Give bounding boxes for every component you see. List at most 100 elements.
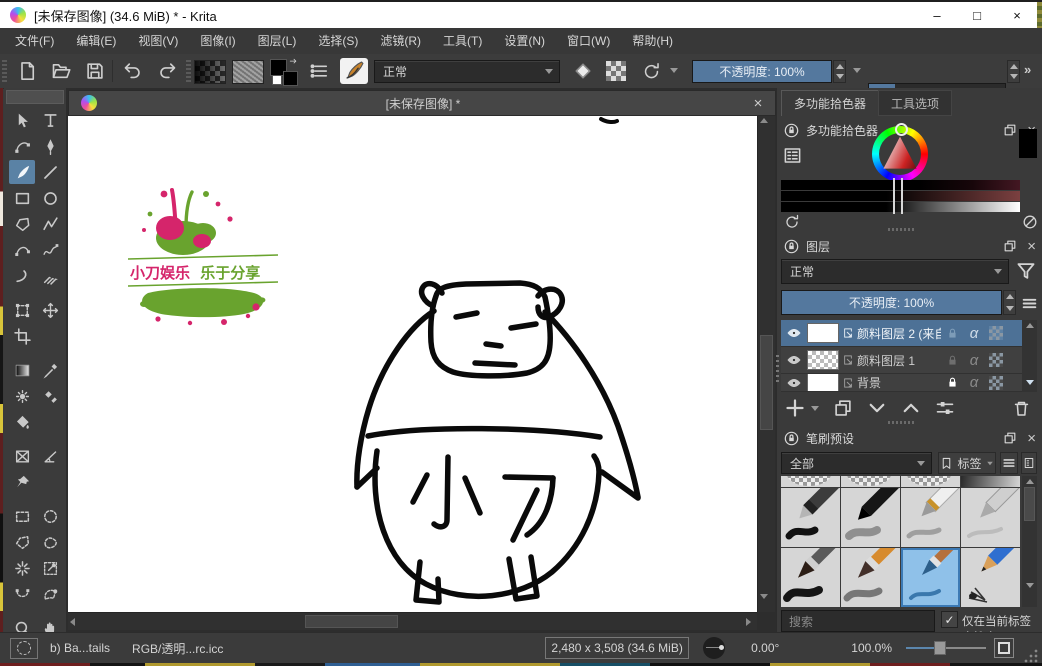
menu-8[interactable]: 工具(T) — [432, 28, 493, 54]
ellipse-tool[interactable] — [37, 186, 63, 210]
scroll-down-icon[interactable] — [760, 594, 768, 599]
dock-lock-icon[interactable] — [784, 123, 799, 138]
ellipse-select-tool[interactable] — [37, 504, 63, 528]
inherit-alpha-toggle[interactable] — [985, 323, 1007, 344]
layer-filter-icon[interactable] — [1015, 260, 1037, 282]
bezier-select-tool[interactable] — [9, 582, 35, 606]
scroll-left-icon[interactable] — [70, 618, 75, 626]
crop-tool[interactable] — [9, 324, 35, 348]
brush-preset-pen-white[interactable] — [901, 488, 960, 547]
layer-opacity-slider[interactable]: 不透明度: 100% — [781, 290, 1002, 315]
bezier-curve-tool[interactable] — [9, 238, 35, 262]
move-layer-down-button[interactable] — [867, 398, 887, 418]
brush-preset-eraser-sliver[interactable] — [841, 476, 900, 487]
preset-scrollbar[interactable] — [1022, 476, 1037, 607]
magic-wand-tool[interactable] — [9, 556, 35, 580]
dock-lock-icon[interactable] — [784, 431, 799, 446]
background-color[interactable] — [283, 71, 298, 86]
shade-handle[interactable] — [893, 178, 903, 214]
preset-filter-combo[interactable]: 全部 — [781, 452, 932, 474]
move-layer-up-button[interactable] — [901, 398, 921, 418]
brush-info[interactable]: b) Ba...tails — [50, 641, 110, 655]
wheel-handle[interactable] — [895, 123, 908, 136]
preset-search-input[interactable]: 搜索 — [781, 610, 935, 632]
zoom-level[interactable]: 100.0% — [851, 641, 892, 655]
redo-button[interactable] — [154, 59, 180, 83]
zoom-slider[interactable] — [906, 641, 986, 655]
menu-2[interactable]: 编辑(E) — [65, 28, 127, 54]
close-dock-icon[interactable]: × — [1027, 238, 1036, 255]
layer-visibility-toggle[interactable] — [781, 374, 807, 392]
tag-button[interactable]: 标签 — [938, 452, 996, 474]
scroll-down-icon[interactable] — [1026, 583, 1034, 588]
layer-row-3[interactable]: 背景α — [781, 374, 1022, 392]
brush-settings-button[interactable] — [306, 59, 334, 83]
assistants-tool[interactable] — [9, 444, 35, 468]
canvas-vertical-scrollbar[interactable] — [757, 116, 775, 612]
layer-thumbnail[interactable] — [807, 323, 839, 343]
dock-resize-dots[interactable] — [888, 228, 914, 231]
alpha-lock-toggle[interactable]: α — [963, 323, 985, 344]
reference-images-tool[interactable] — [9, 470, 35, 494]
zoom-fit-button[interactable] — [994, 638, 1014, 658]
brush-preset-marker-black[interactable] — [841, 488, 900, 547]
brush-preset-eraser-sliver[interactable] — [901, 476, 960, 487]
reload-preset-button[interactable] — [638, 59, 664, 83]
horizontal-scroll-thumb[interactable] — [305, 615, 398, 628]
freehand-brush-tool[interactable] — [9, 160, 35, 184]
layer-opacity-spinner[interactable] — [1003, 290, 1016, 315]
reload-dropdown-icon[interactable] — [670, 68, 678, 73]
brush-preset-ink-pen-dark[interactable] — [781, 488, 840, 547]
subwindow-close-button[interactable]: × — [741, 95, 775, 112]
brush-preset-brush-orange[interactable] — [841, 548, 900, 607]
menu-5[interactable]: 图层(L) — [247, 28, 308, 54]
delete-layer-button[interactable] — [1012, 399, 1031, 418]
swap-colors-icon[interactable] — [288, 57, 300, 69]
undo-button[interactable] — [120, 59, 146, 83]
freehand-select-tool[interactable] — [37, 530, 63, 554]
dock-lock-icon[interactable] — [784, 239, 799, 254]
color-selector-settings-icon[interactable] — [783, 146, 802, 165]
scroll-right-icon[interactable] — [746, 618, 751, 626]
dock-splitter-dots[interactable] — [776, 355, 779, 383]
calligraphy-tool[interactable] — [37, 134, 63, 158]
menu-9[interactable]: 设置(N) — [493, 28, 556, 54]
toolbar-grip[interactable] — [2, 60, 7, 82]
current-color-swatch[interactable] — [1019, 129, 1037, 158]
scroll-down-icon[interactable] — [1026, 380, 1034, 385]
selection-display-button[interactable] — [10, 638, 38, 659]
layer-row-1[interactable]: 颜料图层 2 (来自粘贴)α — [781, 320, 1022, 347]
float-dock-icon[interactable] — [1003, 123, 1017, 137]
scroll-up-icon[interactable] — [760, 118, 768, 123]
gradient-swatch[interactable] — [194, 60, 226, 84]
opacity-dropdown-icon[interactable] — [853, 68, 861, 73]
color-profile[interactable]: RGB/透明...rc.icc — [132, 640, 223, 657]
smart-patch-tool[interactable] — [37, 384, 63, 408]
gamut-mask-off-icon[interactable] — [1022, 214, 1038, 230]
menu-3[interactable]: 视图(V) — [127, 28, 189, 54]
magnetic-select-tool[interactable] — [37, 582, 63, 606]
size-spinner[interactable] — [1007, 60, 1020, 83]
scroll-up-icon[interactable] — [1026, 479, 1034, 484]
toolbar-grip2[interactable] — [186, 60, 191, 82]
float-dock-icon[interactable] — [1003, 431, 1017, 445]
add-layer-dropdown-icon[interactable] — [811, 406, 819, 411]
preset-detail-button[interactable] — [1021, 452, 1037, 474]
eraser-mode-button[interactable] — [570, 59, 596, 83]
freehand-path-tool[interactable] — [37, 238, 63, 262]
multibrush-tool[interactable] — [37, 264, 63, 288]
tag-search-checkbox[interactable]: ✓ — [941, 611, 958, 628]
canvas-rotation-dial[interactable] — [703, 637, 725, 659]
layer-properties-button[interactable] — [935, 398, 955, 418]
patch-tool-tool[interactable] — [9, 384, 35, 408]
resize-grip[interactable] — [1024, 649, 1038, 663]
layers-header[interactable]: 图层 × — [784, 236, 1038, 256]
polygon-tool[interactable] — [9, 212, 35, 236]
edit-shapes-tool[interactable] — [9, 134, 35, 158]
scroll-up-icon[interactable] — [1026, 323, 1034, 328]
reset-colors[interactable] — [272, 75, 282, 85]
alpha-lock-toggle[interactable]: α — [963, 350, 985, 371]
pattern-swatch[interactable] — [232, 60, 264, 84]
menu-10[interactable]: 窗口(W) — [556, 28, 621, 54]
brush-editor-button[interactable] — [340, 58, 368, 84]
